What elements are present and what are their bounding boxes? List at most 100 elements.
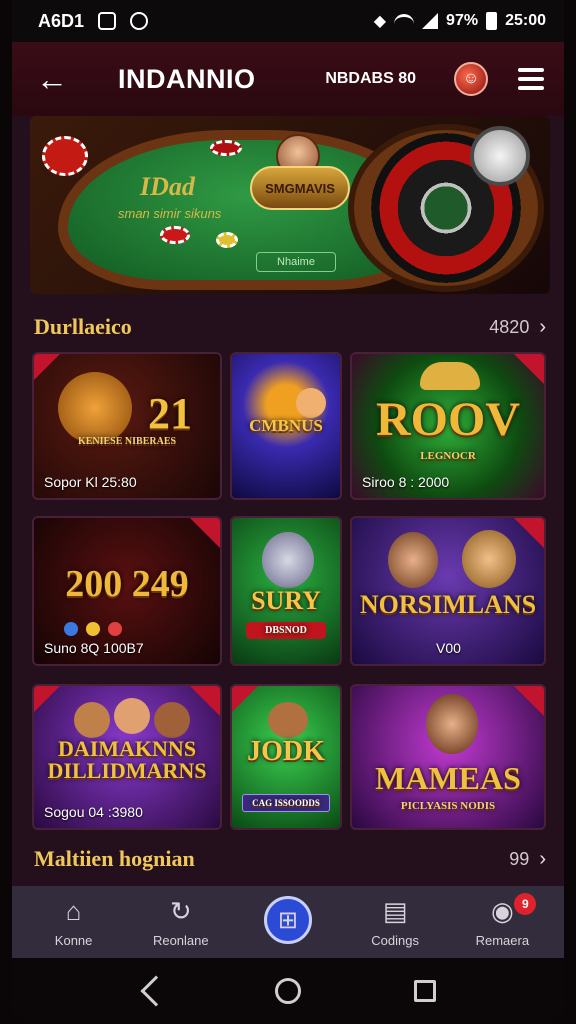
game-meta: Sogou 04 :3980 <box>44 804 143 820</box>
game-tile[interactable]: 200 249 Suno 8Q 100B7 <box>32 516 222 666</box>
app-header: ← INDANNIO NBDABS 80 ☺ <box>12 42 564 116</box>
game-tile[interactable]: CMBNUS <box>230 352 342 500</box>
menu-button[interactable] <box>518 68 544 90</box>
crown-icon <box>420 362 480 390</box>
back-button[interactable]: ← <box>32 59 72 99</box>
signal-icon <box>422 13 439 29</box>
character-image <box>114 698 150 734</box>
hero-banner[interactable]: IDad sman simir sikuns Nhaime SMGMAVIS <box>30 116 550 294</box>
status-bar: A6D1 ◆ 97% 25:00 <box>12 0 564 42</box>
profile-icon: ◉ <box>491 896 514 926</box>
notification-icon <box>98 12 117 30</box>
game-tile[interactable]: JODK CAG ISSOODDS <box>230 684 342 830</box>
avatar[interactable]: ☺ <box>454 62 488 96</box>
nav-item-codings[interactable]: ▤ Codings <box>345 896 445 948</box>
hero-felt-title: IDad <box>140 172 195 201</box>
chip-icon <box>216 232 238 248</box>
wifi-icon <box>394 14 415 28</box>
bottom-navigation: ⌂ Konne ↻ Reonlane ⊞ ▤ Codings ◉ Remaera… <box>12 886 564 958</box>
system-back-button[interactable] <box>131 971 172 1011</box>
game-tile[interactable]: MAMEAS PICLYASIS NODIS <box>350 684 546 830</box>
chevron-right-icon: › <box>539 847 546 870</box>
system-home-button[interactable] <box>268 971 308 1011</box>
game-logo: DAIMAKNNS DILLIDMARNS <box>47 736 207 783</box>
character-image <box>426 694 478 754</box>
app-screen: A6D1 ◆ 97% 25:00 ← INDANNIO NBDABS 80 ☺ … <box>12 0 564 1024</box>
system-navigation <box>12 958 564 1024</box>
character-image <box>296 388 326 418</box>
home-circle-icon <box>274 978 301 1004</box>
app-notification-icon <box>130 12 149 30</box>
page-title: INDANNIO <box>118 63 256 94</box>
section-header: Durllaeico 4820 › <box>34 310 546 344</box>
game-tile[interactable]: SURY DBSNOD <box>230 516 342 666</box>
game-meta: Sopor Kl 25:80 <box>44 474 137 490</box>
user-avatar-icon: ☺ <box>462 70 480 87</box>
nav-label: Remaera <box>475 932 530 948</box>
section-title: Durllaeico <box>34 314 132 339</box>
game-meta: Siroo 8 : 2000 <box>362 474 450 490</box>
lion-image <box>58 372 132 444</box>
game-logo: ROOV <box>376 393 520 446</box>
character-image <box>74 702 110 738</box>
game-tile[interactable]: ROOV LEGNOCR Siroo 8 : 2000 <box>350 352 546 500</box>
chip-icon <box>160 226 190 244</box>
character-image <box>388 532 438 588</box>
game-subtitle: PICLYASIS NODIS <box>400 800 496 812</box>
section-count: 4820 <box>489 316 530 337</box>
back-triangle-icon <box>140 975 172 1007</box>
chip-icon <box>42 136 88 176</box>
section-header: Maltiien hognian 99 › <box>34 842 546 876</box>
phone-frame: A6D1 ◆ 97% 25:00 ← INDANNIO NBDABS 80 ☺ … <box>0 0 576 1024</box>
game-tile[interactable]: DAIMAKNNS DILLIDMARNS Sogou 04 :3980 <box>32 684 222 830</box>
nav-label: Codings <box>371 932 419 948</box>
game-subtitle: LEGNOCR <box>420 450 476 462</box>
nav-item-reonlane[interactable]: ↻ Reonlane <box>131 896 231 948</box>
hero-felt-box: Nhaime <box>256 252 336 272</box>
hamburger-icon <box>518 68 544 72</box>
character-image <box>154 702 190 738</box>
system-recents-button[interactable] <box>405 971 445 1011</box>
battery-percent: 97% <box>446 12 479 29</box>
section-count: 99 <box>509 848 530 869</box>
character-image <box>262 532 314 588</box>
see-all-button[interactable]: 99 › <box>509 848 546 871</box>
chevron-right-icon: › <box>539 315 546 338</box>
battery-icon <box>486 12 498 30</box>
nav-item-remaera[interactable]: ◉ Remaera 9 <box>452 892 552 948</box>
carrier-label: A6D1 <box>38 10 85 31</box>
back-arrow-icon: ← <box>36 60 68 97</box>
notification-badge: 9 <box>514 892 537 915</box>
gift-icon: ⊞ <box>263 896 312 944</box>
game-logo: SURY <box>251 586 321 615</box>
game-logo: CMBNUS <box>249 416 323 435</box>
game-tile[interactable]: NORSIMLANS V00 <box>350 516 546 666</box>
balance-label[interactable]: NBDABS 80 <box>325 70 416 88</box>
section-title: Maltiien hognian <box>34 846 195 871</box>
game-logo: 21 <box>148 389 192 438</box>
home-icon: ⌂ <box>65 896 82 926</box>
character-image <box>462 530 516 588</box>
coin-icon <box>64 622 78 636</box>
alarm-icon: ◆ <box>373 13 387 30</box>
nav-item-center[interactable]: ⊞ <box>238 896 338 944</box>
bear-image <box>268 702 308 738</box>
hero-felt-subtitle: sman simir sikuns <box>118 206 222 221</box>
chip-icon <box>210 140 242 156</box>
recents-square-icon <box>414 980 437 1002</box>
coin-icon <box>108 622 122 636</box>
coin-icon <box>86 622 100 636</box>
nav-label: Konne <box>54 932 93 948</box>
nav-label: Reonlane <box>152 932 209 948</box>
game-meta: V00 <box>436 640 461 656</box>
game-subtitle: DBSNOD <box>246 622 326 639</box>
game-logo: 200 249 <box>65 563 189 605</box>
refresh-icon: ↻ <box>169 896 192 926</box>
game-logo: MAMEAS <box>375 760 521 796</box>
game-meta: Suno 8Q 100B7 <box>44 640 144 656</box>
nav-item-home[interactable]: ⌂ Konne <box>24 896 124 948</box>
game-tile[interactable]: 21 KENIESE NIBERAES Sopor Kl 25:80 <box>32 352 222 500</box>
see-all-button[interactable]: 4820 › <box>489 316 546 339</box>
wallet-icon: ▤ <box>382 896 408 926</box>
game-logo: NORSIMLANS <box>359 590 537 619</box>
